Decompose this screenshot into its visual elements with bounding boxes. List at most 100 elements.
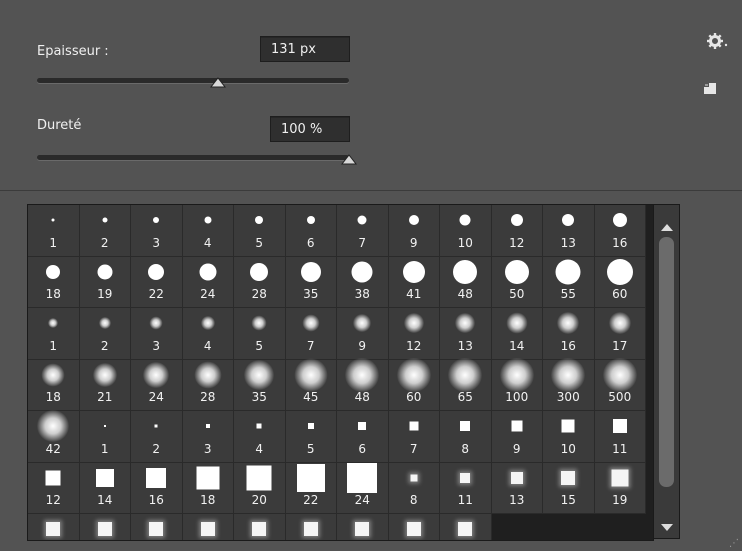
brush-preset-item[interactable]: 7 <box>285 308 337 360</box>
brush-preset-item[interactable]: 48 <box>337 357 389 411</box>
brush-preset-item[interactable]: 1 <box>28 308 80 360</box>
brush-preset-item[interactable]: 42 <box>28 410 80 463</box>
brush-preset-item[interactable] <box>131 514 183 540</box>
brush-preset-item[interactable]: 24 <box>131 359 183 411</box>
brush-preset-item[interactable] <box>337 514 389 540</box>
brush-preset-item[interactable]: 12 <box>388 308 440 360</box>
scroll-thumb[interactable] <box>659 237 674 487</box>
brush-preset-item[interactable]: 3 <box>131 308 183 360</box>
brush-preset-item[interactable]: 38 <box>337 256 389 308</box>
brush-size-label: 19 <box>612 493 628 507</box>
brush-preset-item[interactable]: 28 <box>182 359 234 411</box>
hardness-field[interactable]: 100 % <box>270 116 350 142</box>
brush-preset-item[interactable] <box>234 514 286 540</box>
square-brush-tip-icon <box>256 423 262 429</box>
brush-preset-item[interactable]: 9 <box>491 411 543 463</box>
brush-preset-item[interactable]: 6 <box>285 205 337 257</box>
brush-preset-item[interactable]: 4 <box>182 205 234 257</box>
brush-preset-item[interactable]: 19 <box>594 462 646 514</box>
hardness-slider-track[interactable] <box>37 154 358 165</box>
brush-preset-item[interactable]: 14 <box>491 308 543 360</box>
new-preset-icon[interactable] <box>702 80 718 100</box>
brush-preset-item[interactable]: 13 <box>543 205 595 257</box>
brush-preset-item[interactable] <box>28 514 80 540</box>
brush-preset-item[interactable]: 35 <box>285 256 337 308</box>
soft-brush-tip-icon <box>143 361 170 388</box>
brush-preset-item[interactable]: 22 <box>131 256 183 308</box>
brush-preset-item[interactable]: 5 <box>234 308 286 360</box>
soft-brush-tip-icon <box>602 357 637 392</box>
brush-size-label: 17 <box>612 338 628 353</box>
brush-size-label: 12 <box>45 493 61 507</box>
brush-preset-item[interactable]: 5 <box>234 205 286 257</box>
brush-preset-item[interactable]: 5 <box>285 411 337 463</box>
square-brush-tip-icon <box>296 463 325 492</box>
brush-preset-item[interactable]: 55 <box>543 256 595 308</box>
brush-preset-item[interactable]: 21 <box>79 359 131 411</box>
resize-grip-icon[interactable]: ⋰ <box>729 538 739 549</box>
brush-preset-item[interactable] <box>182 514 234 540</box>
gear-icon[interactable] <box>706 32 728 54</box>
brush-preset-item[interactable] <box>388 514 440 540</box>
scrollbar[interactable] <box>653 204 680 539</box>
brush-preset-item[interactable]: 4 <box>182 308 234 360</box>
brush-preset-item[interactable]: 9 <box>388 205 440 257</box>
brush-preset-item[interactable]: 41 <box>388 256 440 308</box>
brush-preset-item[interactable]: 12 <box>491 205 543 257</box>
brush-preset-item[interactable]: 2 <box>79 205 131 257</box>
brush-preset-item[interactable]: 2 <box>79 308 131 360</box>
brush-preset-item[interactable]: 28 <box>234 256 286 308</box>
brush-preset-item[interactable]: 18 <box>28 256 80 308</box>
brush-preset-item[interactable]: 1 <box>28 205 80 257</box>
brush-preset-item[interactable]: 500 <box>594 357 646 411</box>
brush-preset-item[interactable]: 18 <box>28 359 80 411</box>
brush-preset-item[interactable]: 17 <box>594 308 646 360</box>
brush-preset-item[interactable]: 24 <box>337 462 389 514</box>
brush-preset-item[interactable]: 300 <box>543 357 595 411</box>
brush-preset-item[interactable]: 13 <box>440 308 492 360</box>
brush-preset-item[interactable]: 4 <box>234 411 286 463</box>
brush-preset-item[interactable]: 60 <box>388 357 440 411</box>
brush-preset-item[interactable]: 8 <box>388 462 440 514</box>
brush-preset-item[interactable]: 3 <box>131 205 183 257</box>
brush-preset-item[interactable]: 1 <box>79 411 131 463</box>
brush-preset-item[interactable]: 45 <box>285 358 337 411</box>
brush-preset-item[interactable] <box>285 514 337 540</box>
brush-preset-item[interactable]: 13 <box>491 462 543 514</box>
brush-preset-item[interactable]: 2 <box>131 411 183 463</box>
brush-preset-item[interactable]: 65 <box>440 357 492 411</box>
brush-preset-item[interactable]: 7 <box>388 411 440 463</box>
brush-preset-item[interactable]: 18 <box>182 462 234 514</box>
brush-preset-item[interactable]: 11 <box>594 411 646 463</box>
brush-preset-item[interactable]: 3 <box>182 411 234 463</box>
brush-preset-item[interactable]: 14 <box>79 462 131 514</box>
brush-preset-item[interactable]: 10 <box>440 205 492 257</box>
hard-brush-tip-icon <box>199 263 217 280</box>
brush-preset-item[interactable]: 7 <box>337 205 389 257</box>
brush-preset-item[interactable]: 10 <box>543 411 595 463</box>
size-field[interactable]: 131 px <box>260 36 350 62</box>
scroll-down-arrow-icon[interactable] <box>661 517 673 536</box>
brush-preset-item[interactable]: 24 <box>182 256 234 308</box>
brush-preset-item[interactable]: 12 <box>28 462 80 514</box>
brush-preset-item[interactable]: 60 <box>594 256 646 308</box>
brush-preset-item[interactable]: 8 <box>440 411 492 463</box>
brush-preset-item[interactable]: 35 <box>234 359 286 411</box>
brush-preset-item[interactable]: 6 <box>337 411 389 463</box>
brush-preset-item[interactable] <box>440 514 492 540</box>
size-slider-track[interactable] <box>37 77 349 88</box>
brush-preset-item[interactable]: 15 <box>543 462 595 514</box>
brush-preset-item[interactable]: 9 <box>337 308 389 360</box>
brush-preset-item[interactable]: 19 <box>79 256 131 308</box>
brush-preset-item[interactable]: 11 <box>440 462 492 514</box>
brush-preset-item[interactable]: 22 <box>285 462 337 514</box>
scroll-up-arrow-icon[interactable] <box>661 217 673 236</box>
brush-preset-item[interactable] <box>79 514 131 540</box>
brush-preset-item[interactable]: 16 <box>594 205 646 257</box>
brush-preset-item[interactable]: 16 <box>131 462 183 514</box>
brush-preset-item[interactable]: 16 <box>543 308 595 360</box>
brush-preset-item[interactable]: 50 <box>491 256 543 308</box>
brush-preset-item[interactable]: 100 <box>491 357 543 411</box>
brush-preset-item[interactable]: 20 <box>234 462 286 514</box>
brush-preset-item[interactable]: 48 <box>440 256 492 308</box>
